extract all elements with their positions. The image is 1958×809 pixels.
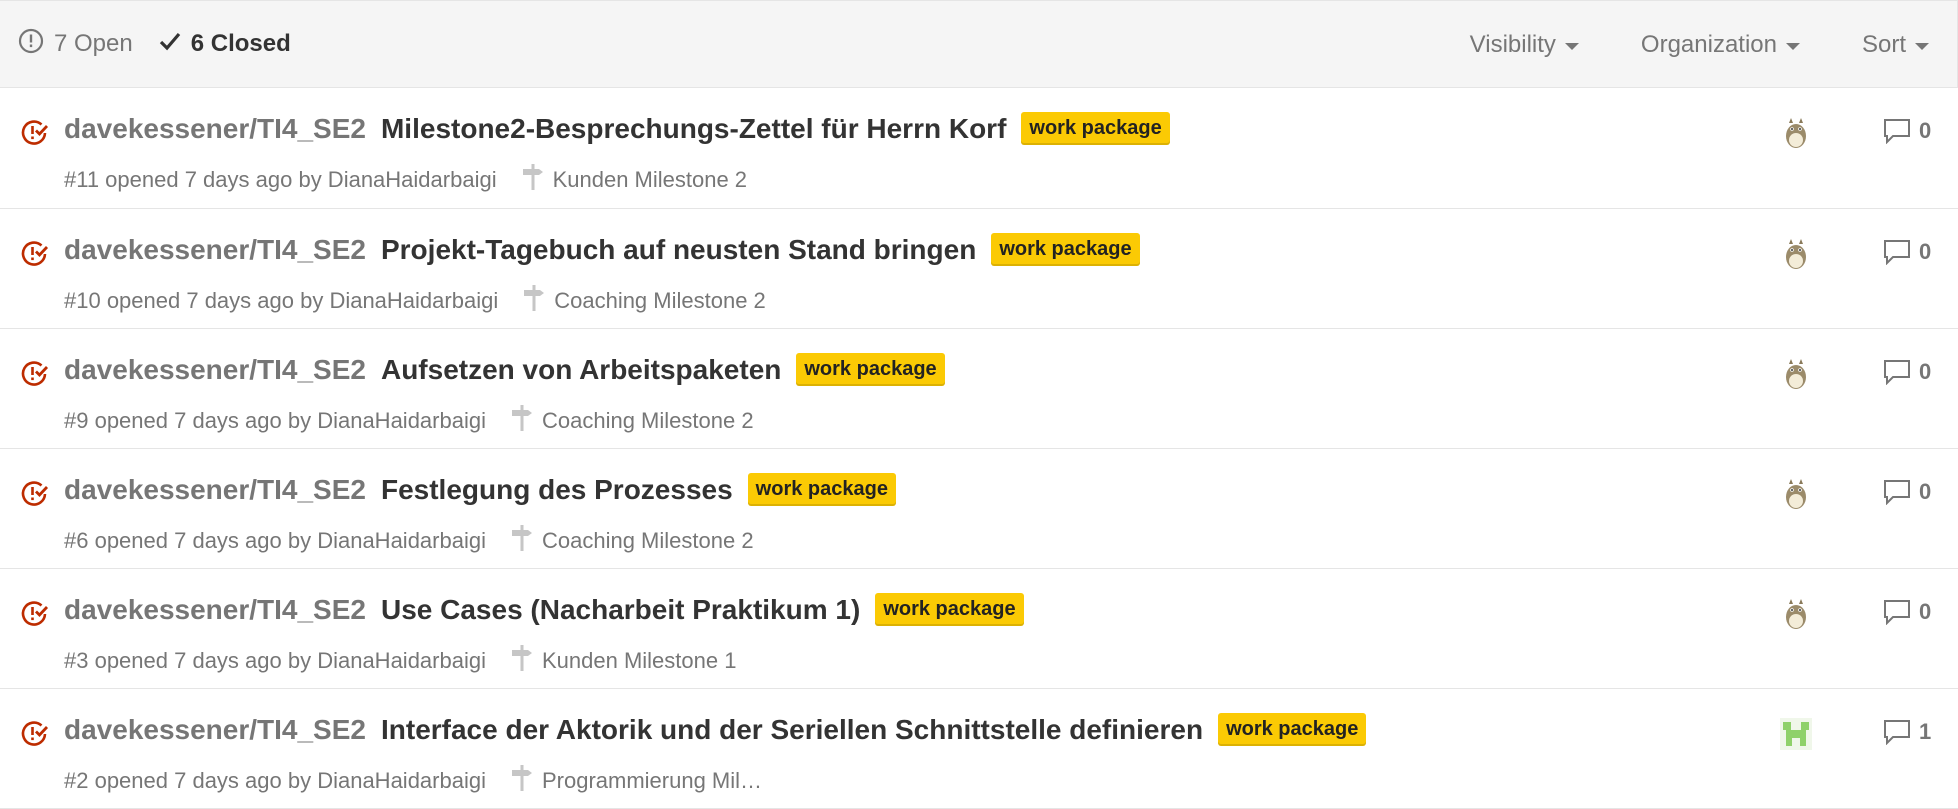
closed-issues-label: 6 Closed	[190, 30, 291, 57]
issue-row: davekessener/TI4_SE2 Festlegung des Proz…	[0, 449, 1958, 569]
issue-comment-count: 0	[1919, 239, 1932, 264]
issue-closed-icon	[19, 359, 49, 389]
issue-closed-icon	[19, 239, 49, 269]
issue-repo-link[interactable]: davekessener/TI4_SE2	[64, 354, 366, 386]
issue-milestone-link[interactable]: Kunden Milestone 2	[553, 167, 747, 193]
issue-milestone-link[interactable]: Programmierung Mil…	[542, 768, 762, 794]
issue-comments-link[interactable]: 0	[1883, 239, 1931, 265]
issue-comment-count: 0	[1919, 599, 1932, 624]
milestone-icon	[511, 645, 532, 677]
milestone-icon	[511, 525, 532, 557]
filter-bar: Visibility Organization Sort	[1408, 1, 1929, 89]
issue-milestone-link[interactable]: Coaching Milestone 2	[542, 408, 754, 434]
issue-label-badge[interactable]: work package	[747, 473, 896, 506]
issue-repo-link[interactable]: davekessener/TI4_SE2	[64, 113, 366, 145]
sort-label: Sort	[1861, 31, 1906, 58]
issue-meta: #10 opened 7 days ago by DianaHaidarbaig…	[64, 288, 499, 313]
issue-title-link[interactable]: Projekt-Tagebuch auf neusten Stand bring…	[381, 234, 976, 266]
issue-meta: #6 opened 7 days ago by DianaHaidarbaigi	[64, 528, 486, 553]
comment-icon	[1884, 119, 1910, 144]
visibility-label: Visibility	[1469, 31, 1556, 58]
issue-comments-link[interactable]: 0	[1883, 599, 1931, 625]
sort-dropdown[interactable]: Sort	[1862, 31, 1929, 59]
closed-issues-tab[interactable]: 6 Closed	[159, 30, 291, 58]
issue-comments-link[interactable]: 0	[1883, 479, 1931, 505]
issue-comments-link[interactable]: 0	[1883, 359, 1931, 385]
issue-closed-icon	[19, 719, 49, 749]
comment-icon	[1884, 600, 1910, 625]
issues-header: 7 Open 6 Closed Visibility Organization …	[0, 0, 1958, 88]
issue-meta: #3 opened 7 days ago by DianaHaidarbaigi	[64, 648, 486, 673]
comment-icon	[1884, 360, 1910, 385]
assignee-avatar[interactable]	[1780, 238, 1812, 270]
open-issues-label: 7 Open	[54, 30, 133, 57]
issue-comment-count: 0	[1919, 359, 1932, 384]
assignee-avatar[interactable]	[1780, 478, 1812, 510]
issue-meta: #2 opened 7 days ago by DianaHaidarbaigi	[64, 768, 486, 793]
issue-meta: #9 opened 7 days ago by DianaHaidarbaigi	[64, 408, 486, 433]
issue-open-icon	[18, 28, 44, 61]
issue-label-badge[interactable]: work package	[1021, 112, 1170, 145]
check-icon	[159, 30, 181, 58]
issue-label-badge[interactable]: work package	[1218, 713, 1367, 746]
issue-comments-link[interactable]: 0	[1883, 118, 1931, 144]
milestone-icon	[511, 765, 532, 797]
chevron-down-icon	[1564, 43, 1579, 50]
issue-row: davekessener/TI4_SE2 Milestone2-Besprech…	[0, 88, 1958, 209]
assignee-avatar[interactable]	[1780, 718, 1812, 750]
milestone-icon	[522, 164, 543, 196]
issue-row: davekessener/TI4_SE2 Aufsetzen von Arbei…	[0, 329, 1958, 449]
chevron-down-icon	[1785, 43, 1800, 50]
comment-icon	[1884, 240, 1910, 265]
assignee-avatar[interactable]	[1780, 358, 1812, 390]
assignee-avatar[interactable]	[1780, 598, 1812, 630]
milestone-icon	[511, 405, 532, 437]
visibility-dropdown[interactable]: Visibility	[1470, 31, 1579, 59]
issue-closed-icon	[19, 118, 49, 148]
organization-label: Organization	[1640, 31, 1777, 58]
issue-row: davekessener/TI4_SE2 Use Cases (Nacharbe…	[0, 569, 1958, 689]
assignee-avatar[interactable]	[1780, 117, 1812, 149]
open-issues-tab[interactable]: 7 Open	[18, 28, 133, 61]
issue-title-link[interactable]: Interface der Aktorik und der Seriellen …	[381, 714, 1203, 746]
issue-repo-link[interactable]: davekessener/TI4_SE2	[64, 474, 366, 506]
issue-row: davekessener/TI4_SE2 Interface der Aktor…	[0, 689, 1958, 809]
milestone-icon	[524, 285, 545, 317]
issue-comment-count: 0	[1919, 479, 1932, 504]
issue-milestone-link[interactable]: Kunden Milestone 1	[542, 648, 736, 674]
issue-label-badge[interactable]: work package	[796, 353, 945, 386]
issue-label-badge[interactable]: work package	[991, 233, 1140, 266]
issue-milestone-link[interactable]: Coaching Milestone 2	[542, 528, 754, 554]
issue-label-badge[interactable]: work package	[875, 593, 1024, 626]
issue-meta: #11 opened 7 days ago by DianaHaidarbaig…	[64, 167, 497, 192]
issue-list: davekessener/TI4_SE2 Milestone2-Besprech…	[0, 88, 1958, 809]
issue-repo-link[interactable]: davekessener/TI4_SE2	[64, 594, 366, 626]
issue-title-link[interactable]: Festlegung des Prozesses	[381, 474, 733, 506]
issue-title-link[interactable]: Aufsetzen von Arbeitspaketen	[381, 354, 781, 386]
organization-dropdown[interactable]: Organization	[1641, 31, 1800, 59]
comment-icon	[1884, 720, 1910, 745]
issue-comments-link[interactable]: 1	[1883, 719, 1931, 745]
issue-title-link[interactable]: Use Cases (Nacharbeit Praktikum 1)	[381, 594, 860, 626]
issue-repo-link[interactable]: davekessener/TI4_SE2	[64, 714, 366, 746]
issue-comment-count: 1	[1919, 719, 1932, 744]
issue-repo-link[interactable]: davekessener/TI4_SE2	[64, 234, 366, 266]
issue-title-link[interactable]: Milestone2-Besprechungs-Zettel für Herrn…	[381, 113, 1006, 145]
issue-comment-count: 0	[1919, 118, 1932, 143]
issue-closed-icon	[19, 479, 49, 509]
issue-milestone-link[interactable]: Coaching Milestone 2	[554, 288, 766, 314]
issue-row: davekessener/TI4_SE2 Projekt-Tagebuch au…	[0, 209, 1958, 329]
issues-panel: 7 Open 6 Closed Visibility Organization …	[0, 0, 1958, 809]
issue-closed-icon	[19, 599, 49, 629]
chevron-down-icon	[1915, 43, 1929, 50]
comment-icon	[1884, 480, 1910, 505]
